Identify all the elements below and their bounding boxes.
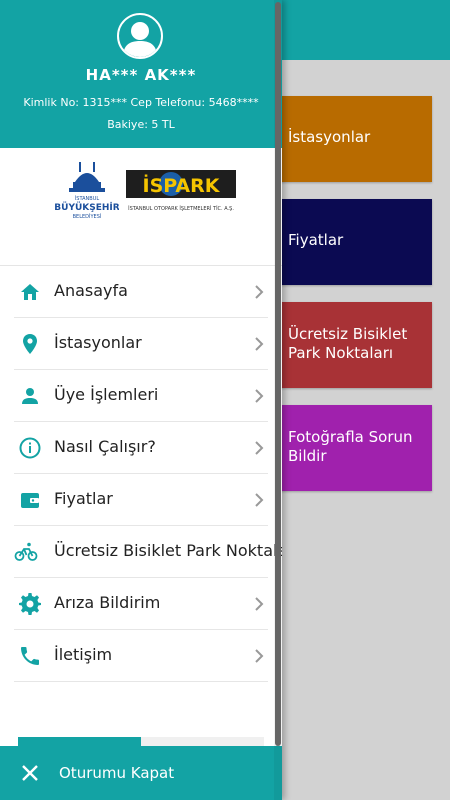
drawer-header: HA*** AK*** Kimlik No: 1315*** Cep Telef… [0,0,282,148]
menu-item-nasil-calisir[interactable]: Nasıl Çalışır? [14,422,268,474]
menu-label: Anasayfa [54,281,128,300]
menu-label: Fiyatlar [54,489,113,508]
close-icon [22,765,38,781]
tile-fiyatlar[interactable]: Fiyatlar [280,199,432,285]
user-name: HA*** AK*** [85,66,197,84]
menu-item-istasyonlar[interactable]: İstasyonlar [14,318,268,370]
ispark-subtitle: İSTANBUL OTOPARK İŞLETMELERİ TİC. A.Ş. [128,205,234,212]
person-icon [22,388,38,404]
logout-button[interactable]: Oturumu Kapat [0,746,282,800]
chevron-right-icon [255,597,264,611]
logout-label: Oturumu Kapat [59,764,175,782]
user-ids: Kimlik No: 1315*** Cep Telefonu: 5468***… [23,96,259,109]
menu-item-uye-islemleri[interactable]: Üye İşlemleri [14,370,268,422]
menu-label: Arıza Bildirim [54,593,161,612]
chevron-right-icon [255,441,264,455]
menu-label: İstasyonlar [54,333,142,352]
bicycle-icon [14,542,38,561]
drawer-scrollbar-thumb[interactable] [275,2,281,746]
user-balance: Bakiye: 5 TL [107,118,175,131]
menu-item-fiyatlar[interactable]: Fiyatlar [14,474,268,526]
user-avatar-icon[interactable] [117,13,163,59]
menu-item-iletisim[interactable]: İletişim [14,630,268,682]
chevron-right-icon [255,389,264,403]
chevron-right-icon [255,337,264,351]
ibb-line-1: İSTANBUL [75,195,100,202]
menu-label: Nasıl Çalışır? [54,437,156,456]
drawer-menu: Anasayfa İstasyonlar Üye İşlemleri Nasıl… [0,266,282,682]
ispark-wordmark: İSPARK [143,173,221,197]
menu-label: Ücretsiz Bisiklet Park Noktaları [54,541,282,560]
ispark-logo: İSPARK İSTANBUL OTOPARK İŞLETMELERİ TİC.… [126,170,236,212]
chevron-right-icon [255,649,264,663]
wallet-icon [21,493,39,508]
chevron-right-icon [255,493,264,507]
info-icon [19,437,41,459]
ibb-line-2: BÜYÜKŞEHİR [55,202,119,213]
location-pin-icon [23,334,37,354]
ibb-logo: İSTANBUL BÜYÜKŞEHİR BELEDİYESİ [55,162,119,220]
navigation-drawer: HA*** AK*** Kimlik No: 1315*** Cep Telef… [0,0,282,800]
phone-icon [21,647,39,665]
chevron-right-icon [255,285,264,299]
menu-item-ariza-bildirim[interactable]: Arıza Bildirim [14,578,268,630]
menu-item-bisiklet-park[interactable]: Ücretsiz Bisiklet Park Noktaları [14,526,282,578]
menu-label: Üye İşlemleri [54,385,159,404]
home-icon [21,284,39,300]
menu-label: İletişim [54,645,113,664]
menu-item-anasayfa[interactable]: Anasayfa [14,266,268,318]
tile-bisiklet-park[interactable]: Ücretsiz Bisiklet Park Noktaları [280,302,432,388]
ibb-line-3: BELEDİYESİ [73,213,102,220]
tile-istasyonlar[interactable]: İstasyonlar [280,96,432,182]
gear-icon [19,593,41,615]
tile-sorun-bildir[interactable]: Fotoğrafla Sorun Bildir [280,405,432,491]
